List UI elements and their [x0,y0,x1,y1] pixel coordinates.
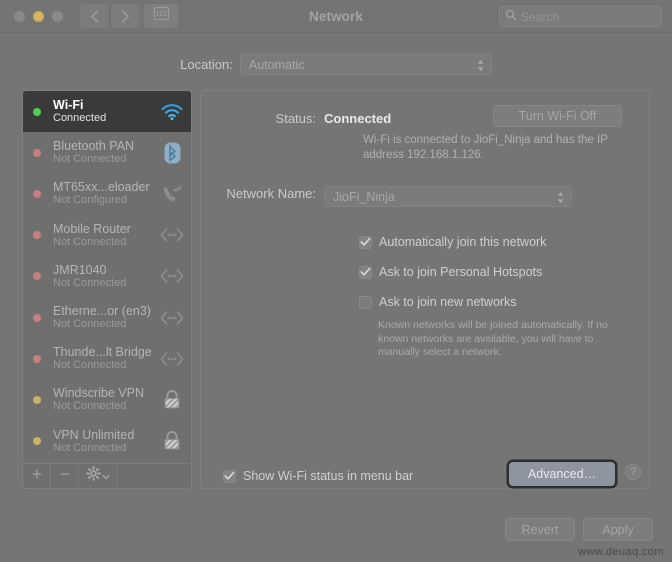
status-dot [33,437,41,446]
show-wifi-status-checkbox[interactable] [223,469,236,483]
status-dot [33,148,41,157]
help-button[interactable]: ? [625,464,641,480]
sidebar-item-wi-fi[interactable]: Wi-Fi Connected [23,91,191,133]
remove-service-button[interactable] [51,464,79,488]
sidebar-item-vpn-unlimited[interactable]: VPN Unlimited Not Connected [23,421,191,462]
advanced-button[interactable]: Advanced… [509,462,615,486]
checkbox-label: Ask to join new networks [379,295,517,309]
ethernet-icon [159,347,185,371]
sidebar-item-windscribe-vpn[interactable]: Windscribe VPN Not Connected [23,379,191,420]
vpn-lock-icon [159,429,185,453]
checkbox-label: Ask to join Personal Hotspots [379,265,543,279]
location-label: Location: [180,57,233,72]
location-dropdown[interactable]: Automatic [239,54,492,78]
ethernet-icon [159,306,185,330]
stepper-arrows-icon [476,58,485,78]
status-dot [33,395,41,404]
modem-phone-icon [159,182,185,206]
network-name-dropdown[interactable]: JioFi_Ninja [324,186,572,207]
ethernet-icon [159,264,185,288]
checkbox-note: Known networks will be joined automatica… [378,319,608,358]
show-status-menu-bar-row[interactable]: Show Wi-Fi status in menu bar [223,469,413,483]
status-description: Wi-Fi is connected to JioFi_Ninja and ha… [363,134,608,161]
gear-icon [85,466,101,486]
search-input[interactable]: Search [499,6,662,27]
chevron-down-icon [101,467,110,485]
network-name-label: Network Name: [226,186,316,201]
window-titlebar: Network Search [0,0,672,33]
ask-join-hotspots-checkbox[interactable] [359,265,372,279]
bluetooth-icon [159,141,185,165]
apply-button[interactable]: Apply [583,518,653,541]
wifi-settings-panel: Status: Connected Turn Wi-Fi Off Wi-Fi i… [200,90,650,489]
network-preferences-window: Network Search Location: Automatic Wi-Fi… [0,0,672,562]
network-services-list[interactable]: Wi-Fi Connected Bluetooth PAN Not Connec… [22,90,192,464]
plus-icon [31,467,43,485]
revert-button[interactable]: Revert [505,518,575,541]
status-dot [33,354,41,363]
watermark: www.deuaq.com [578,546,664,558]
location-value: Automatic [248,57,305,72]
sidebar-item-mobile-router[interactable]: Mobile Router Not Connected [23,215,191,256]
checkbox-label: Automatically join this network [379,235,547,249]
minus-icon [59,467,71,485]
status-dot [33,107,41,116]
service-actions-button[interactable] [79,464,117,488]
status-dot [33,189,41,198]
status-label: Status: [275,111,316,126]
sidebar-item-ethernet-adaptor-en3[interactable]: Etherne...or (en3) Not Connected [23,297,191,338]
location-row: Location: Automatic [0,54,672,75]
network-name-row: Network Name: JioFi_Ninja [201,186,572,207]
vpn-lock-icon [159,388,185,412]
status-dot [33,231,41,240]
sidebar-item-mt65xx-preloader[interactable]: MT65xx...eloader Not Configured [23,173,191,214]
sidebar-item-jmr1040[interactable]: JMR1040 Not Connected [23,256,191,297]
search-placeholder: Search [521,9,560,24]
ask-join-new-networks-checkbox[interactable] [359,295,372,309]
status-row: Status: Connected [201,111,392,126]
sidebar-footer-toolbar [22,464,192,489]
status-dot [33,313,41,322]
add-service-button[interactable] [23,464,51,488]
status-value: Connected [324,111,392,126]
ethernet-icon [159,223,185,247]
show-wifi-status-label: Show Wi-Fi status in menu bar [243,469,414,483]
ask-join-hotspots-checkbox-row[interactable]: Ask to join Personal Hotspots [359,265,542,279]
status-dot [33,272,41,281]
search-icon [505,8,517,26]
stepper-arrows-icon [556,190,565,210]
ask-join-new-networks-checkbox-row[interactable]: Ask to join new networks [359,295,517,309]
wifi-icon [159,100,185,124]
auto-join-network-checkbox-row[interactable]: Automatically join this network [359,235,546,249]
auto-join-network-checkbox[interactable] [359,235,372,249]
sidebar-item-bluetooth-pan[interactable]: Bluetooth PAN Not Connected [23,132,191,173]
sidebar-item-thunderbolt-bridge[interactable]: Thunde...lt Bridge Not Connected [23,338,191,379]
turn-wifi-off-button[interactable]: Turn Wi-Fi Off [493,105,622,127]
network-name-value: JioFi_Ninja [333,189,395,204]
